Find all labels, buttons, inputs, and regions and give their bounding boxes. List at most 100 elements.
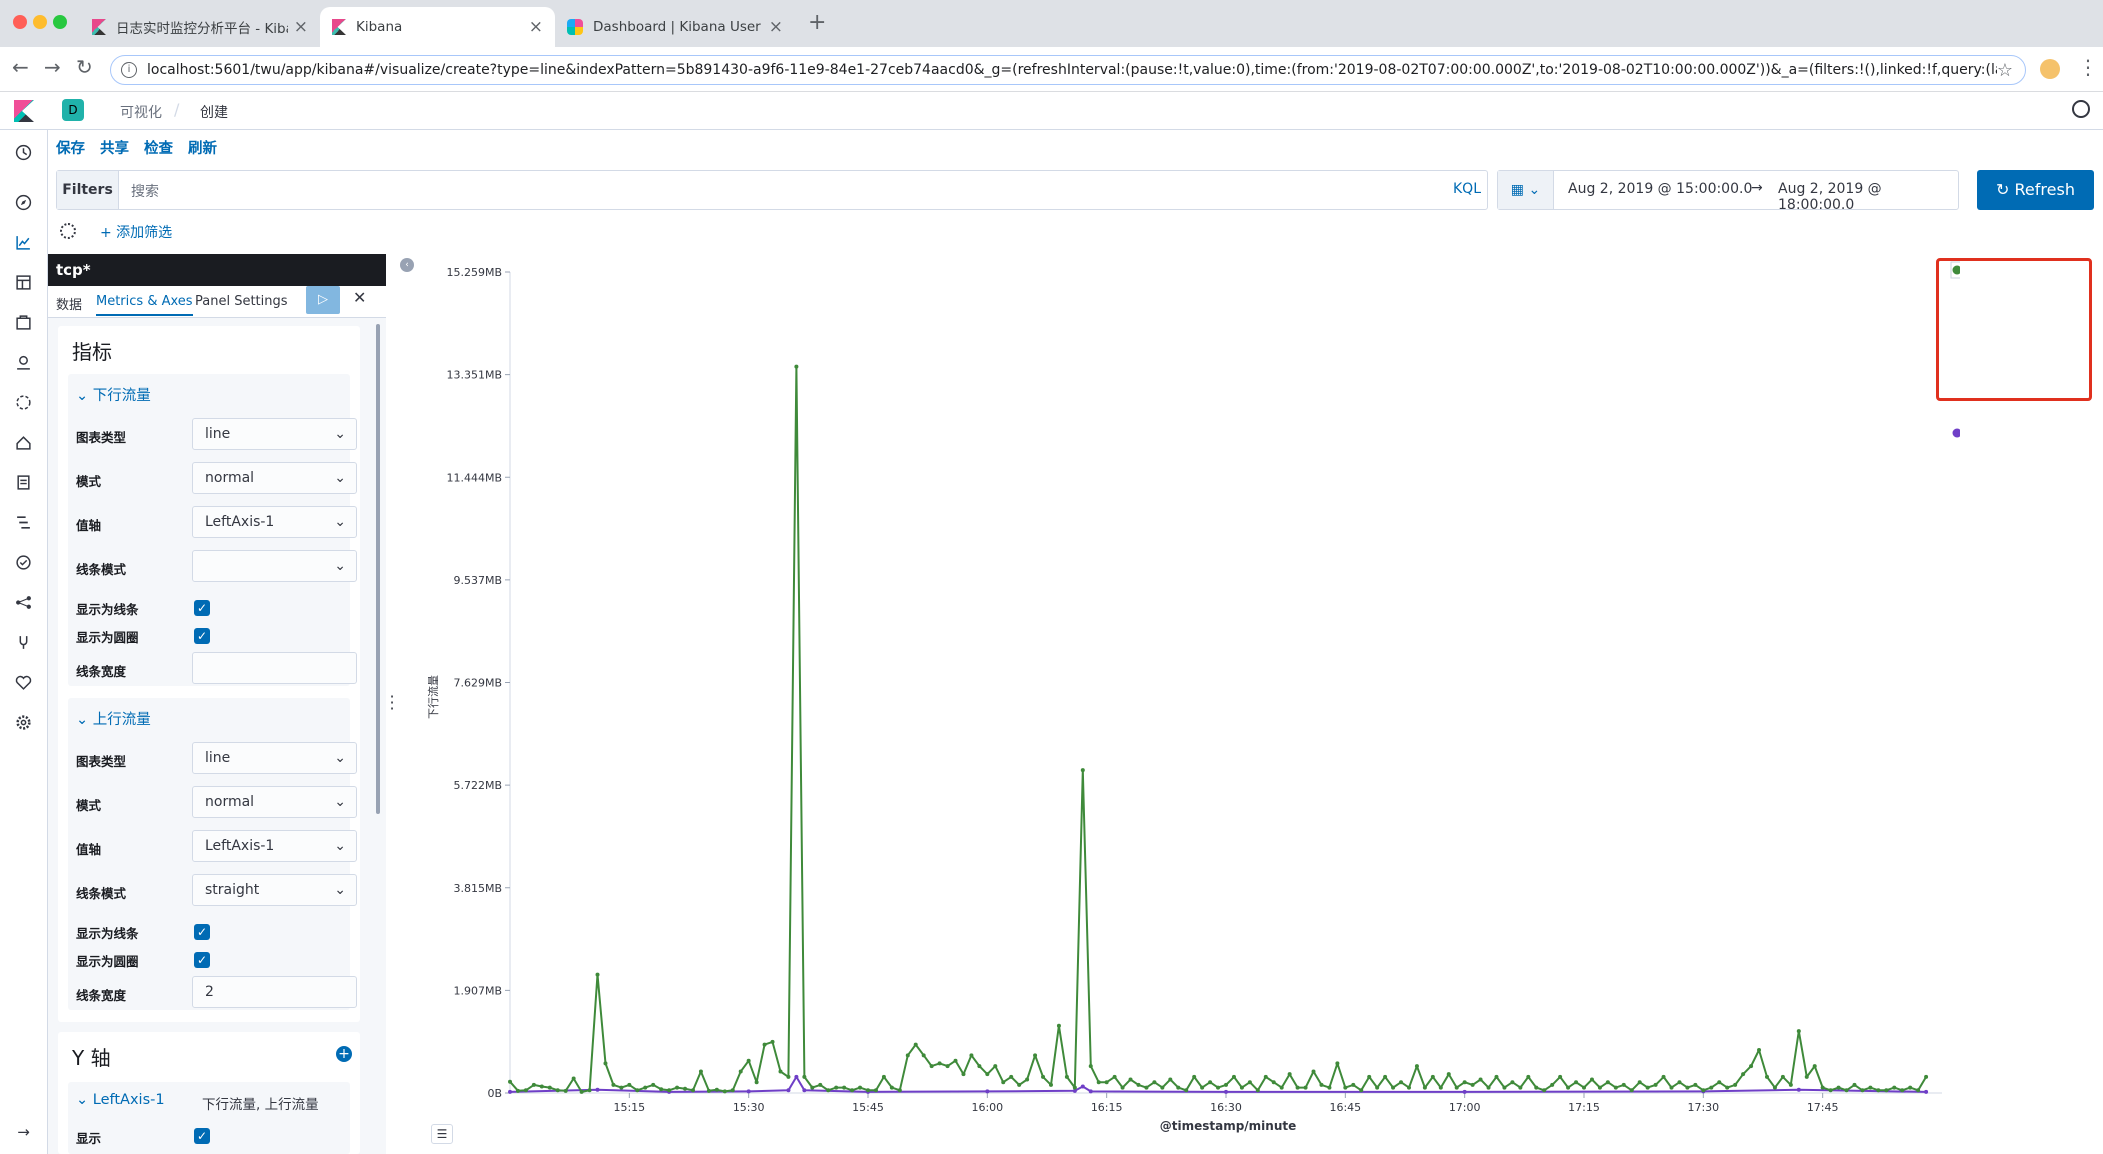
kql-toggle[interactable]: KQL: [1453, 181, 1481, 197]
data-point[interactable]: [1884, 1088, 1889, 1093]
data-point[interactable]: [595, 972, 600, 977]
data-point[interactable]: [1422, 1085, 1427, 1090]
data-point[interactable]: [1438, 1085, 1443, 1090]
calendar-icon[interactable]: ▦ ⌄: [1498, 171, 1554, 209]
data-point[interactable]: [842, 1085, 847, 1090]
data-point[interactable]: [1311, 1069, 1316, 1074]
data-point[interactable]: [1900, 1088, 1905, 1093]
data-point[interactable]: [1319, 1082, 1324, 1087]
graph-icon[interactable]: [15, 594, 32, 611]
chart-type-select[interactable]: line ⌄: [192, 742, 357, 774]
data-point[interactable]: [1359, 1088, 1364, 1093]
sidebar-scrollbar[interactable]: [376, 324, 380, 814]
data-point[interactable]: [786, 1074, 791, 1079]
data-point[interactable]: [1534, 1085, 1539, 1090]
data-point[interactable]: [738, 1069, 743, 1074]
data-point[interactable]: [1200, 1085, 1205, 1090]
data-point[interactable]: [1876, 1088, 1881, 1093]
data-point[interactable]: [985, 1072, 990, 1077]
data-point[interactable]: [826, 1088, 831, 1093]
data-point[interactable]: [1120, 1085, 1125, 1090]
data-point[interactable]: [1048, 1082, 1053, 1087]
show-line-checkbox[interactable]: ✓: [194, 600, 210, 616]
data-point[interactable]: [1741, 1072, 1746, 1077]
url-text[interactable]: localhost:5601/twu/app/kibana#/visualize…: [147, 62, 1997, 78]
data-point[interactable]: [1908, 1085, 1913, 1090]
data-point[interactable]: [1478, 1077, 1483, 1082]
data-point[interactable]: [1104, 1080, 1109, 1085]
data-point[interactable]: [961, 1072, 966, 1077]
data-point[interactable]: [563, 1088, 568, 1093]
data-point[interactable]: [1589, 1077, 1594, 1082]
data-point[interactable]: [770, 1039, 775, 1044]
data-point[interactable]: [1597, 1085, 1602, 1090]
tab-close-icon[interactable]: ×: [529, 17, 543, 37]
space-avatar[interactable]: D: [62, 99, 84, 121]
data-point[interactable]: [1009, 1074, 1014, 1079]
data-point[interactable]: [945, 1064, 950, 1069]
data-point[interactable]: [1709, 1085, 1714, 1090]
discard-close-icon[interactable]: ✕: [353, 288, 366, 307]
tab-close-icon[interactable]: ×: [769, 17, 783, 37]
data-point[interactable]: [873, 1088, 878, 1093]
data-point[interactable]: [985, 1089, 990, 1094]
data-point[interactable]: [1375, 1085, 1380, 1090]
share-button[interactable]: 共享: [100, 137, 129, 158]
data-point[interactable]: [1144, 1085, 1149, 1090]
close-window-button[interactable]: [13, 15, 27, 29]
data-point[interactable]: [921, 1053, 926, 1058]
data-point[interactable]: [1661, 1074, 1666, 1079]
data-point[interactable]: [1001, 1080, 1006, 1085]
search-input[interactable]: 搜索: [131, 181, 159, 201]
data-point[interactable]: [762, 1042, 767, 1047]
inspect-button[interactable]: 检查: [144, 137, 173, 158]
data-point[interactable]: [539, 1084, 544, 1089]
data-point[interactable]: [1208, 1080, 1213, 1085]
data-point[interactable]: [1462, 1089, 1467, 1094]
refresh-link[interactable]: 刷新: [188, 137, 217, 158]
resize-handle-icon[interactable]: · · ·: [388, 689, 396, 717]
collapse-sidebar-icon[interactable]: ‹: [400, 258, 414, 272]
apm-icon[interactable]: [15, 514, 32, 531]
data-point[interactable]: [1224, 1089, 1228, 1094]
data-point[interactable]: [1255, 1088, 1260, 1093]
data-point[interactable]: [1454, 1085, 1459, 1090]
data-point[interactable]: [1080, 1084, 1085, 1089]
data-point[interactable]: [1168, 1077, 1173, 1082]
data-point[interactable]: [1017, 1082, 1022, 1087]
refresh-button[interactable]: ↻ Refresh: [1977, 170, 2094, 210]
line-mode-select[interactable]: straight ⌄: [192, 874, 357, 906]
data-point[interactable]: [515, 1088, 520, 1093]
tab-close-icon[interactable]: ×: [294, 17, 308, 37]
maximize-window-button[interactable]: [53, 15, 67, 29]
value-axis-select[interactable]: LeftAxis-1 ⌄: [192, 506, 357, 538]
chart-type-select[interactable]: line ⌄: [192, 418, 357, 450]
data-point[interactable]: [1470, 1082, 1475, 1087]
data-point[interactable]: [1462, 1080, 1467, 1085]
data-point[interactable]: [1701, 1088, 1706, 1093]
minimize-window-button[interactable]: [33, 15, 47, 29]
data-point[interactable]: [1772, 1085, 1777, 1090]
data-point[interactable]: [1637, 1080, 1642, 1085]
series-up-title[interactable]: ⌄ 上行流量: [76, 708, 151, 729]
data-point[interactable]: [1112, 1074, 1117, 1079]
data-point[interactable]: [802, 1074, 807, 1079]
data-point[interactable]: [1924, 1089, 1929, 1094]
data-point[interactable]: [794, 1074, 799, 1079]
data-point[interactable]: [1160, 1085, 1165, 1090]
data-point[interactable]: [1788, 1082, 1793, 1087]
data-point[interactable]: [508, 1089, 512, 1094]
data-point[interactable]: [587, 1088, 592, 1093]
data-point[interactable]: [1582, 1085, 1586, 1090]
data-point[interactable]: [858, 1085, 863, 1090]
data-point[interactable]: [889, 1085, 894, 1090]
data-point[interactable]: [1041, 1074, 1046, 1079]
data-point[interactable]: [1335, 1061, 1340, 1066]
data-point[interactable]: [1231, 1074, 1236, 1079]
data-point[interactable]: [913, 1042, 918, 1047]
data-point[interactable]: [1717, 1080, 1722, 1085]
data-point[interactable]: [1653, 1082, 1658, 1087]
data-point[interactable]: [802, 1088, 807, 1093]
date-end[interactable]: Aug 2, 2019 @ 18:00:00.0: [1778, 181, 1958, 213]
data-point[interactable]: [1295, 1085, 1300, 1090]
